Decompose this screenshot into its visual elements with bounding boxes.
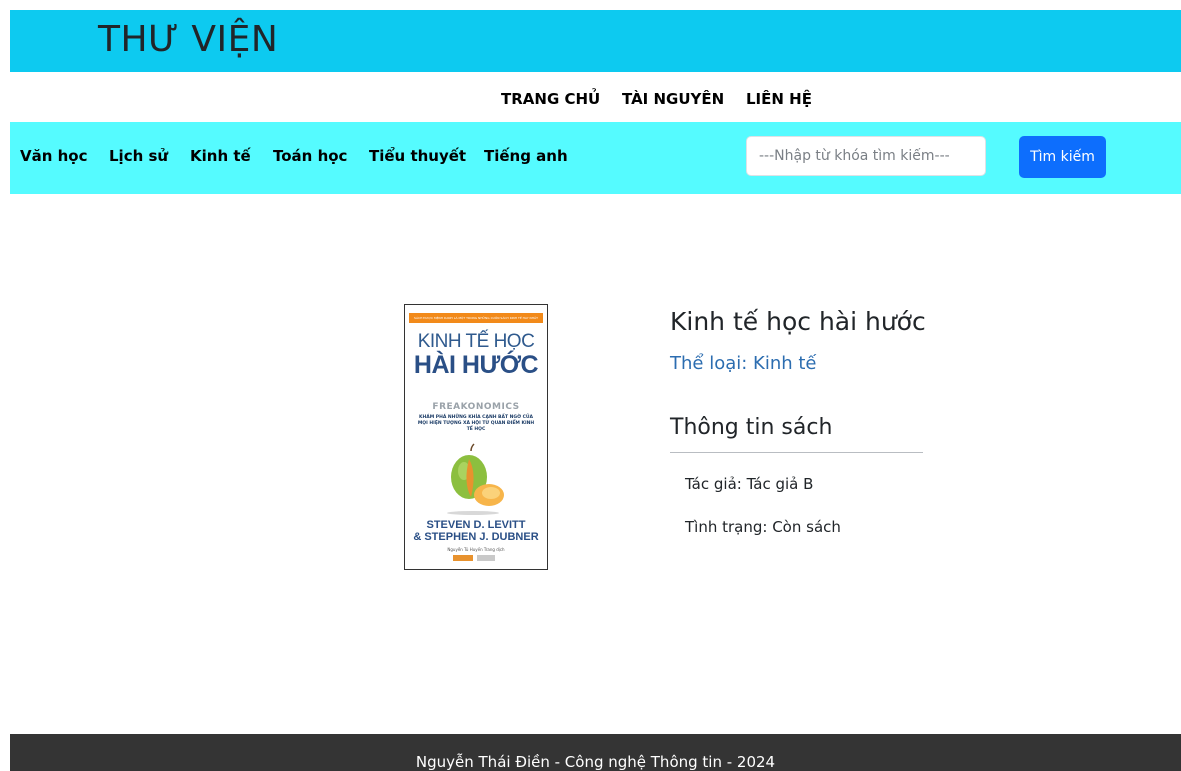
site-header: THƯ VIỆN bbox=[10, 10, 1181, 72]
search-button[interactable]: Tìm kiếm bbox=[1019, 136, 1106, 178]
book-cover-image: SÁCH ĐƯỢC MỆNH DANH LÀ MỘT TRONG NHỮNG C… bbox=[404, 304, 548, 570]
cover-tagline: KHÁM PHÁ NHỮNG KHÍA CẠNH BẤT NGỜ CỦA MỌI… bbox=[417, 415, 535, 432]
page: THƯ VIỆN TRANG CHỦ TÀI NGUYÊN LIÊN HỆ Vă… bbox=[10, 10, 1181, 771]
site-footer: Nguyễn Thái Điền - Công nghệ Thông tin -… bbox=[10, 734, 1181, 771]
nav-contact-link[interactable]: LIÊN HỆ bbox=[746, 90, 812, 108]
info-divider bbox=[670, 452, 923, 453]
cover-title-line1: KINH TẾ HỌC bbox=[417, 331, 535, 352]
cover-banner: SÁCH ĐƯỢC MỆNH DANH LÀ MỘT TRONG NHỮNG C… bbox=[409, 313, 543, 323]
cover-author-2: & STEPHEN J. DUBNER bbox=[413, 531, 539, 543]
nav-resources-link[interactable]: TÀI NGUYÊN bbox=[622, 90, 724, 108]
publisher-logos bbox=[453, 555, 501, 561]
category-link-tieu-thuyet[interactable]: Tiểu thuyết bbox=[369, 147, 466, 165]
category-link-kinh-te[interactable]: Kinh tế bbox=[190, 147, 251, 165]
book-title: Kinh tế học hài hước bbox=[670, 307, 926, 336]
category-link-van-hoc[interactable]: Văn học bbox=[20, 147, 88, 165]
cover-subtitle: FREAKONOMICS bbox=[432, 402, 520, 412]
apple-illustration bbox=[447, 443, 504, 515]
search-input[interactable] bbox=[746, 136, 986, 176]
category-link-tieng-anh[interactable]: Tiếng anh bbox=[484, 147, 568, 165]
category-link-lich-su[interactable]: Lịch sử bbox=[109, 147, 168, 165]
book-category[interactable]: Thể loại: Kinh tế bbox=[670, 353, 817, 374]
book-author: Tác giả: Tác giả B bbox=[685, 475, 814, 493]
cover-author-1: STEVEN D. LEVITT bbox=[426, 519, 526, 531]
top-navigation: TRANG CHỦ TÀI NGUYÊN LIÊN HỆ bbox=[10, 90, 1181, 114]
site-title[interactable]: THƯ VIỆN bbox=[98, 16, 278, 64]
category-bar: Văn học Lịch sử Kinh tế Toán học Tiểu th… bbox=[10, 122, 1181, 194]
book-info-heading: Thông tin sách bbox=[670, 415, 833, 440]
cover-authors: STEVEN D. LEVITT & STEPHEN J. DUBNER bbox=[405, 519, 547, 543]
category-link-toan-hoc[interactable]: Toán học bbox=[273, 147, 347, 165]
footer-text: Nguyễn Thái Điền - Công nghệ Thông tin -… bbox=[415, 753, 776, 771]
cover-title-line2: HÀI HƯỚC bbox=[413, 351, 539, 379]
book-status: Tình trạng: Còn sách bbox=[685, 518, 841, 536]
nav-home-link[interactable]: TRANG CHỦ bbox=[501, 90, 600, 108]
cover-translator: Nguyễn Tú Huyền Trang dịch bbox=[447, 547, 505, 552]
